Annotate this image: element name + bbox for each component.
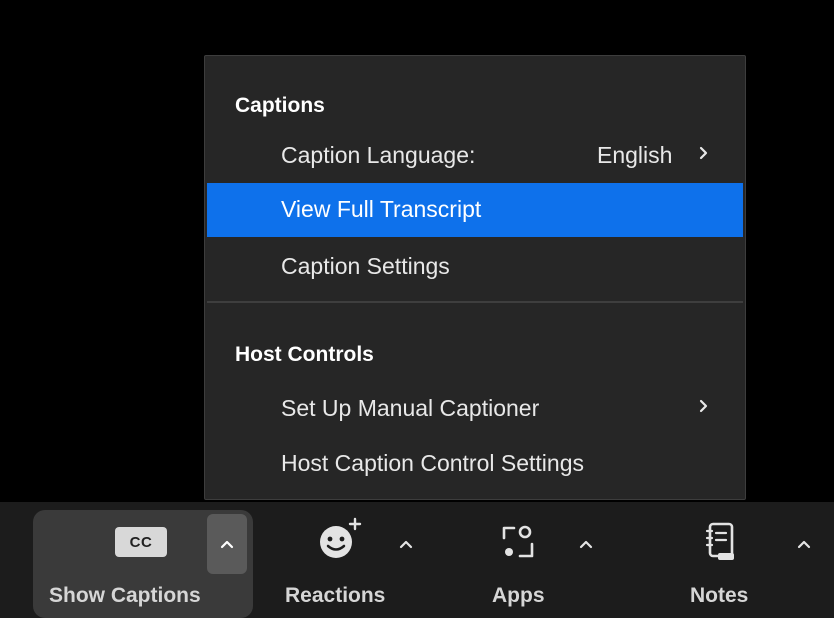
chevron-right-icon bbox=[699, 399, 708, 413]
notebook-icon[interactable] bbox=[702, 520, 742, 564]
captions-section-header: Captions bbox=[235, 94, 325, 117]
caption-settings-label: Caption Settings bbox=[281, 253, 450, 279]
notes-label: Notes bbox=[690, 584, 749, 607]
screen: Captions Caption Language: English View … bbox=[0, 0, 834, 618]
apps-label: Apps bbox=[492, 584, 545, 607]
chevron-right-icon bbox=[699, 146, 708, 160]
view-full-transcript-label: View Full Transcript bbox=[281, 196, 482, 222]
host-controls-section-header: Host Controls bbox=[235, 343, 374, 366]
notes-options-button[interactable] bbox=[784, 514, 824, 574]
caption-language-label: Caption Language: bbox=[281, 142, 476, 168]
caret-up-icon bbox=[797, 540, 811, 549]
cc-icon[interactable]: CC bbox=[115, 527, 167, 557]
view-full-transcript-item[interactable]: View Full Transcript bbox=[207, 183, 743, 237]
apps-options-button[interactable] bbox=[566, 514, 606, 574]
caption-language-item[interactable]: Caption Language: English bbox=[207, 129, 743, 183]
caption-language-value: English bbox=[597, 142, 673, 168]
caret-up-icon bbox=[399, 540, 413, 549]
captions-menu: Captions Caption Language: English View … bbox=[204, 55, 746, 500]
set-up-manual-captioner-item[interactable]: Set Up Manual Captioner bbox=[207, 382, 743, 436]
caret-up-icon bbox=[220, 540, 234, 549]
caret-up-icon bbox=[579, 540, 593, 549]
show-captions-label: Show Captions bbox=[49, 584, 201, 607]
reactions-label: Reactions bbox=[285, 584, 386, 607]
meeting-toolbar: CC Show Captions Reactions Apps Notes bbox=[0, 502, 834, 618]
set-up-manual-captioner-label: Set Up Manual Captioner bbox=[281, 395, 540, 421]
apps-icon[interactable] bbox=[498, 522, 538, 562]
show-captions-options-button[interactable] bbox=[207, 514, 247, 574]
menu-divider bbox=[207, 301, 743, 303]
reactions-options-button[interactable] bbox=[386, 514, 426, 574]
smiley-plus-icon[interactable] bbox=[316, 516, 362, 562]
caption-settings-item[interactable]: Caption Settings bbox=[207, 240, 743, 294]
host-caption-control-settings-item[interactable]: Host Caption Control Settings bbox=[207, 437, 743, 491]
host-caption-control-settings-label: Host Caption Control Settings bbox=[281, 450, 584, 476]
